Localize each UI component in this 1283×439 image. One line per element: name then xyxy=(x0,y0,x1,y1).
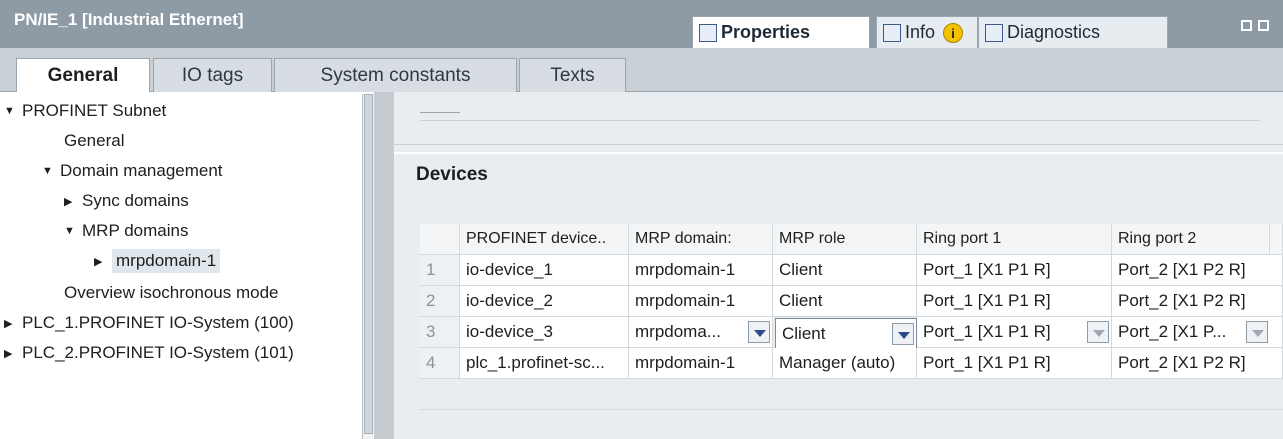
row-number[interactable]: 2 xyxy=(420,286,460,317)
mrp-role-dropdown[interactable]: Client xyxy=(775,318,917,349)
tab-system-constants[interactable]: System constants xyxy=(274,58,517,92)
ring-port-2-dropdown[interactable]: Port_2 [X1 P... xyxy=(1112,317,1283,348)
divider xyxy=(420,120,1260,121)
tree-item-overview-isochronous[interactable]: Overview isochronous mode xyxy=(64,278,278,308)
chevron-down-icon[interactable] xyxy=(1246,321,1268,343)
tab-properties-label: Properties xyxy=(721,22,811,42)
table-row-empty[interactable] xyxy=(420,410,1283,439)
cell-ring-port-1[interactable]: Port_1 [X1 P1 R] xyxy=(917,255,1112,286)
row-number[interactable]: 4 xyxy=(420,348,460,379)
section-separator xyxy=(394,152,1283,154)
window-controls xyxy=(1241,20,1269,31)
mrp-domain-value: mrpdoma... xyxy=(635,322,721,341)
tree-item-plc1-io-system[interactable]: ▶ PLC_1.PROFINET IO-System (100) xyxy=(4,308,294,338)
table-header-ring-port-2[interactable]: Ring port 2 xyxy=(1112,224,1270,255)
expanded-arrow-icon[interactable]: ▼ xyxy=(64,225,82,237)
tab-info[interactable]: Info i xyxy=(876,16,978,48)
collapsed-arrow-icon[interactable]: ▶ xyxy=(4,317,22,330)
tree-item-mrpdomain-1[interactable]: ▶ mrpdomain-1 xyxy=(94,246,221,276)
chevron-down-icon[interactable] xyxy=(748,321,770,343)
expanded-arrow-icon[interactable]: ▼ xyxy=(4,105,22,117)
table-header-ring-port-1[interactable]: Ring port 1 xyxy=(917,224,1112,255)
ring-port-2-value: Port_2 [X1 P... xyxy=(1118,322,1227,341)
table-header-filler xyxy=(1270,224,1283,255)
tree-item-plc2-io-system[interactable]: ▶ PLC_2.PROFINET IO-System (101) xyxy=(4,338,294,368)
cell-ring-port-1[interactable]: Port_1 [X1 P1 R] xyxy=(917,286,1112,317)
collapsed-arrow-icon[interactable]: ▶ xyxy=(64,195,82,208)
tab-info-label: Info xyxy=(905,22,936,42)
navigation-tree: ▼ PROFINET Subnet General ▼ Domain manag… xyxy=(0,92,374,439)
tab-properties[interactable]: Properties xyxy=(692,16,870,48)
tree-item-profinet-subnet[interactable]: ▼ PROFINET Subnet xyxy=(4,96,166,126)
cell-ring-port-2[interactable]: Port_2 [X1 P2 R] xyxy=(1112,348,1283,379)
mrp-domain-dropdown[interactable]: mrpdoma... xyxy=(629,317,773,348)
ring-port-1-dropdown[interactable]: Port_1 [X1 P1 R] xyxy=(917,317,1112,348)
panel-splitter[interactable] xyxy=(374,92,394,439)
cell-device[interactable]: plc_1.profinet-sc... xyxy=(460,348,629,379)
info-icon xyxy=(883,23,901,42)
chevron-down-icon[interactable] xyxy=(892,323,914,345)
tab-general[interactable]: General xyxy=(16,58,150,93)
maximize-icon[interactable] xyxy=(1258,20,1269,31)
cell-ring-port-2[interactable]: Port_2 [X1 P2 R] xyxy=(1112,286,1283,317)
cell-mrp-domain[interactable]: mrpdomain-1 xyxy=(629,286,773,317)
cell-device[interactable]: io-device_3 xyxy=(460,317,629,348)
cell-device[interactable]: io-device_1 xyxy=(460,255,629,286)
mrp-role-value: Client xyxy=(782,323,826,343)
table-row-empty[interactable] xyxy=(420,379,1283,410)
cell-mrp-role[interactable]: Client xyxy=(773,286,917,317)
cell-mrp-role[interactable]: Client xyxy=(773,255,917,286)
cell-mrp-role[interactable]: Manager (auto) xyxy=(773,348,917,379)
table-header-mrp-role[interactable]: MRP role xyxy=(773,224,917,255)
cell-mrp-domain[interactable]: mrpdomain-1 xyxy=(629,255,773,286)
row-number[interactable]: 1 xyxy=(420,255,460,286)
cell-ring-port-2[interactable]: Port_2 [X1 P2 R] xyxy=(1112,255,1283,286)
tree-scrollbar-thumb[interactable] xyxy=(364,94,373,434)
info-badge-icon: i xyxy=(943,22,964,43)
collapsed-arrow-icon[interactable]: ▶ xyxy=(4,347,22,360)
ring-port-1-value: Port_1 [X1 P1 R] xyxy=(923,322,1051,341)
tab-io-tags[interactable]: IO tags xyxy=(153,58,272,92)
tree-item-general[interactable]: General xyxy=(64,126,124,156)
cell-device[interactable]: io-device_2 xyxy=(460,286,629,317)
panel-title: PN/IE_1 [Industrial Ethernet] xyxy=(14,10,244,29)
expanded-arrow-icon[interactable]: ▼ xyxy=(42,165,60,177)
properties-icon xyxy=(699,23,717,42)
collapsed-arrow-icon[interactable]: ▶ xyxy=(94,255,112,268)
float-window-icon[interactable] xyxy=(1241,20,1252,31)
previous-section-box xyxy=(394,92,1283,145)
divider xyxy=(420,112,460,113)
main-tab-bar: General IO tags System constants Texts xyxy=(0,48,1283,93)
panel-titlebar: PN/IE_1 [Industrial Ethernet] Properties… xyxy=(0,0,1283,48)
tab-texts[interactable]: Texts xyxy=(519,58,626,92)
tree-item-sync-domains[interactable]: ▶ Sync domains xyxy=(64,186,189,216)
cell-ring-port-1[interactable]: Port_1 [X1 P1 R] xyxy=(917,348,1112,379)
row-number[interactable]: 3 xyxy=(420,317,460,348)
chevron-down-icon[interactable] xyxy=(1087,321,1109,343)
table-header-rownum xyxy=(420,224,460,255)
section-title-devices: Devices xyxy=(416,164,488,185)
tab-diagnostics[interactable]: Diagnostics xyxy=(978,16,1168,48)
table-header-device[interactable]: PROFINET device.. xyxy=(460,224,629,255)
cell-mrp-domain[interactable]: mrpdomain-1 xyxy=(629,348,773,379)
tree-item-mrp-domains[interactable]: ▼ MRP domains xyxy=(64,216,188,246)
diagnostics-icon xyxy=(985,23,1003,42)
table-header-mrp-domain[interactable]: MRP domain: xyxy=(629,224,773,255)
tree-item-domain-management[interactable]: ▼ Domain management xyxy=(42,156,223,186)
tab-diagnostics-label: Diagnostics xyxy=(1007,22,1101,42)
tree-scrollbar[interactable] xyxy=(362,94,374,439)
